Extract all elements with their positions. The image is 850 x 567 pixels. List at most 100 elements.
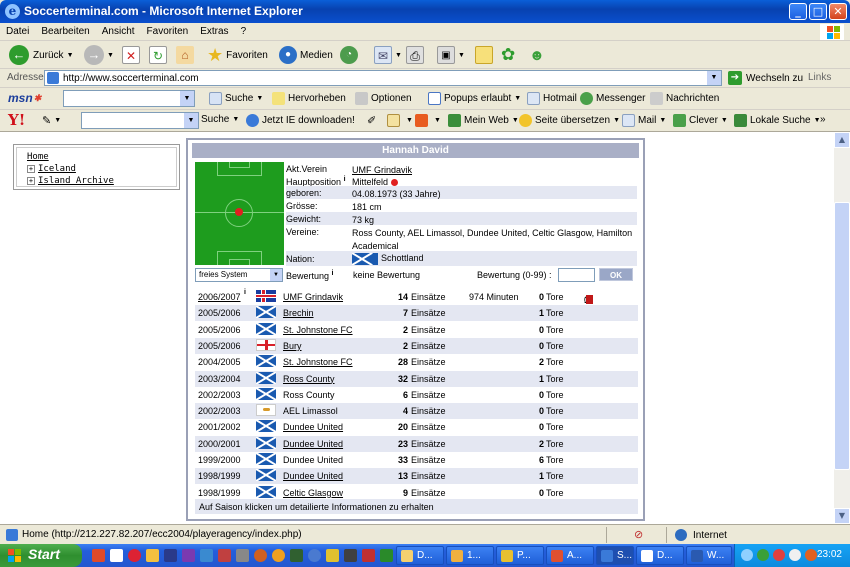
popups-button[interactable]: Popups erlaubt ▼	[428, 92, 521, 105]
notes-button[interactable]	[475, 44, 493, 66]
season-cell[interactable]: 2006/2007	[198, 292, 241, 302]
chevron-down-icon[interactable]: ▼	[707, 71, 721, 85]
maximize-button[interactable]: □	[809, 3, 827, 20]
forward-button[interactable]: → ▼	[84, 44, 114, 66]
quicklaunch-icon[interactable]	[344, 549, 357, 562]
quicklaunch-icon[interactable]	[92, 549, 105, 562]
menu-tools[interactable]: Extras	[194, 23, 234, 37]
mail-button[interactable]: ✉ ▼	[374, 44, 402, 66]
highlight-tool-button[interactable]: ▼	[415, 114, 441, 127]
quicklaunch-icon[interactable]	[362, 549, 375, 562]
messenger-button[interactable]: ☻	[529, 44, 545, 66]
quicklaunch-icon[interactable]	[164, 549, 177, 562]
history-button[interactable]: ◔	[340, 44, 358, 66]
links-label[interactable]: Links	[808, 72, 831, 83]
quicklaunch-icon[interactable]	[236, 549, 249, 562]
chevron-down-icon[interactable]: ▼	[184, 113, 198, 128]
myweb-button[interactable]: Mein Web ▼	[448, 114, 519, 127]
yahoo-logo[interactable]: Y!	[8, 111, 25, 129]
menu-view[interactable]: Ansicht	[96, 23, 141, 37]
expand-icon[interactable]: +	[27, 164, 35, 173]
favorites-button[interactable]: ★ Favoriten	[207, 44, 268, 66]
info-icon[interactable]: i	[344, 176, 346, 183]
close-button[interactable]: ✕	[829, 3, 847, 20]
quicklaunch-icon[interactable]	[254, 549, 267, 562]
task-button[interactable]: W...	[686, 546, 732, 565]
task-button-active[interactable]: S...	[596, 546, 634, 565]
quicklaunch-icon[interactable]	[218, 549, 231, 562]
quicklaunch-icon[interactable]	[326, 549, 339, 562]
quicklaunch-icon[interactable]	[128, 549, 141, 562]
quicklaunch-icon[interactable]	[110, 549, 123, 562]
translate-button[interactable]: Seite übersetzen ▼	[519, 114, 620, 127]
address-url[interactable]: http://www.soccerterminal.com	[63, 73, 199, 84]
task-button[interactable]: D...	[396, 546, 444, 565]
tree-item-iceland[interactable]: Iceland	[38, 164, 76, 174]
menu-favorites[interactable]: Favoriten	[141, 23, 195, 37]
club-cell[interactable]: Dundee United	[283, 471, 343, 481]
print-button[interactable]: ⎙	[406, 44, 424, 66]
tray-icon[interactable]	[741, 549, 753, 561]
tray-icon[interactable]	[805, 549, 817, 561]
expand-icon[interactable]: +	[27, 176, 35, 185]
tray-icon[interactable]	[757, 549, 769, 561]
quicklaunch-icon[interactable]	[290, 549, 303, 562]
chevron-down-icon[interactable]: ▼	[180, 91, 194, 106]
local-search-button[interactable]: Lokale Suche ▼	[734, 114, 821, 127]
scroll-up-icon[interactable]: ▲	[834, 132, 850, 148]
quicklaunch-icon[interactable]	[380, 549, 393, 562]
tray-icon[interactable]	[773, 549, 785, 561]
msn-search-input[interactable]: ▼	[63, 90, 195, 107]
options-button[interactable]: Optionen	[355, 92, 412, 105]
messenger-link[interactable]: Messenger	[580, 92, 645, 105]
icq-button[interactable]: ✿	[501, 44, 515, 66]
scroll-thumb[interactable]	[834, 202, 850, 470]
stop-button[interactable]: ✕	[122, 44, 140, 66]
quicklaunch-icon[interactable]	[200, 549, 213, 562]
club-cell[interactable]: Brechin	[283, 308, 314, 318]
msn-search-button[interactable]: Suche ▼	[209, 92, 263, 105]
club-cell[interactable]: St. Johnstone FC	[283, 357, 353, 367]
tree-home-link[interactable]: Home	[27, 152, 49, 162]
start-button[interactable]: Start	[0, 544, 82, 567]
club-cell[interactable]: UMF Grindavik	[283, 292, 343, 302]
vertical-scrollbar[interactable]: ▲ ▼	[834, 132, 850, 524]
menu-help[interactable]: ?	[235, 23, 253, 37]
minimize-button[interactable]: _	[789, 3, 807, 20]
edit-button[interactable]: ▣ ▼	[437, 44, 465, 66]
quicklaunch-icon[interactable]	[146, 549, 159, 562]
task-button[interactable]: P...	[496, 546, 544, 565]
hotmail-button[interactable]: Hotmail	[527, 92, 577, 105]
back-button[interactable]: ← Zurück ▼	[9, 44, 74, 66]
menu-edit[interactable]: Bearbeiten	[35, 23, 95, 37]
yahoo-mail-button[interactable]: Mail ▼	[622, 114, 666, 127]
club-cell[interactable]: Ross County	[283, 374, 335, 384]
menu-file[interactable]: Datei	[0, 23, 35, 37]
clever-button[interactable]: Clever ▼	[673, 114, 728, 127]
rating-ok-button[interactable]: OK	[599, 268, 633, 281]
club-cell[interactable]: St. Johnstone FC	[283, 325, 353, 335]
refresh-button[interactable]: ↻	[149, 44, 167, 66]
yahoo-pencil-icon[interactable]: ✎ ▼	[42, 114, 61, 127]
address-input[interactable]: http://www.soccerterminal.com ▼	[44, 70, 722, 86]
media-button[interactable]: ● Medien	[279, 44, 333, 66]
chevron-down-icon[interactable]: ▼	[270, 269, 282, 281]
task-button[interactable]: D...	[636, 546, 684, 565]
club-cell[interactable]: Bury	[283, 341, 302, 351]
scroll-down-icon[interactable]: ▼	[834, 508, 850, 524]
club-cell[interactable]: Dundee United	[283, 422, 343, 432]
quicklaunch-icon[interactable]	[272, 549, 285, 562]
go-button[interactable]: ➔ Wechseln zu	[728, 71, 803, 85]
quicklaunch-icon[interactable]	[182, 549, 195, 562]
rating-system-select[interactable]: freies System ▼	[195, 268, 283, 282]
msn-logo[interactable]: msn ✱	[8, 91, 41, 105]
home-button[interactable]: ⌂	[176, 44, 194, 66]
news-button[interactable]: Nachrichten	[650, 92, 719, 105]
club-cell[interactable]: Dundee United	[283, 439, 343, 449]
tray-icon[interactable]	[789, 549, 801, 561]
bookmark-button[interactable]: ▼	[387, 114, 413, 127]
quicklaunch-icon[interactable]	[308, 549, 321, 562]
pen-button[interactable]: ✐	[367, 114, 376, 127]
yahoo-search-button[interactable]: Suche ▼	[201, 114, 239, 125]
club-cell[interactable]: Celtic Glasgow	[283, 488, 343, 498]
